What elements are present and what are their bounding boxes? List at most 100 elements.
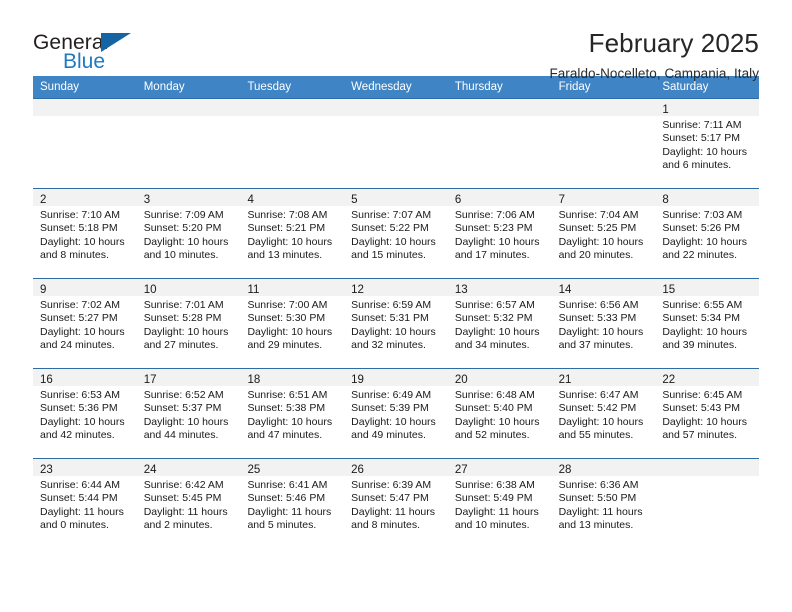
day-cell[interactable]: 15 Sunrise: 6:55 AM Sunset: 5:34 PM Dayl…: [655, 279, 760, 368]
sunset-text: Sunset: 5:39 PM: [351, 402, 429, 415]
day-number-band: [33, 99, 137, 116]
sunset-text: Sunset: 5:43 PM: [662, 402, 740, 415]
daylight-text-line2: and 0 minutes.: [40, 519, 109, 532]
day-number: 7: [558, 194, 565, 206]
sunrise-text: Sunrise: 6:44 AM: [40, 479, 120, 491]
day-cell[interactable]: 21 Sunrise: 6:47 AM Sunset: 5:42 PM Dayl…: [551, 369, 656, 458]
day-number-band: [447, 99, 552, 116]
day-details: Sunrise: 6:36 AM Sunset: 5:50 PM Dayligh…: [552, 476, 656, 533]
day-cell[interactable]: 18 Sunrise: 6:51 AM Sunset: 5:38 PM Dayl…: [240, 369, 345, 458]
daylight-text-line2: and 6 minutes.: [662, 159, 732, 172]
sunrise-text: Sunrise: 7:07 AM: [351, 209, 432, 221]
day-cell[interactable]: [655, 459, 760, 548]
day-number-band: [344, 99, 448, 116]
daylight-text-line2: and 39 minutes.: [662, 339, 738, 352]
daylight-text-line1: Daylight: 10 hours: [662, 145, 747, 158]
week-row: 23 Sunrise: 6:44 AM Sunset: 5:44 PM Dayl…: [33, 458, 760, 548]
weekday-header-wednesday: Wednesday: [351, 81, 412, 93]
daylight-text-line1: Daylight: 10 hours: [662, 235, 747, 248]
day-details: [33, 116, 137, 119]
sunrise-text: Sunrise: 7:02 AM: [40, 299, 120, 311]
day-number-band: 25: [240, 459, 345, 476]
day-cell[interactable]: [136, 99, 241, 188]
day-details: Sunrise: 6:53 AM Sunset: 5:36 PM Dayligh…: [33, 386, 137, 443]
day-cell[interactable]: 13 Sunrise: 6:57 AM Sunset: 5:32 PM Dayl…: [447, 279, 552, 368]
day-details: [344, 116, 448, 119]
day-cell[interactable]: 7 Sunrise: 7:04 AM Sunset: 5:25 PM Dayli…: [551, 189, 656, 278]
day-cell[interactable]: 4 Sunrise: 7:08 AM Sunset: 5:21 PM Dayli…: [240, 189, 345, 278]
day-cell[interactable]: 9 Sunrise: 7:02 AM Sunset: 5:27 PM Dayli…: [33, 279, 137, 368]
day-cell[interactable]: [551, 99, 656, 188]
day-cell[interactable]: 26 Sunrise: 6:39 AM Sunset: 5:47 PM Dayl…: [344, 459, 448, 548]
day-cell[interactable]: 6 Sunrise: 7:06 AM Sunset: 5:23 PM Dayli…: [447, 189, 552, 278]
day-cell[interactable]: 27 Sunrise: 6:38 AM Sunset: 5:49 PM Dayl…: [447, 459, 552, 548]
sunset-text: Sunset: 5:20 PM: [143, 222, 222, 235]
daylight-text-line2: and 8 minutes.: [351, 519, 421, 532]
day-number-band: [240, 99, 345, 116]
day-details: Sunrise: 7:03 AM Sunset: 5:26 PM Dayligh…: [655, 206, 759, 263]
weekday-header-row: Sunday Monday Tuesday Wednesday Thursday…: [33, 76, 759, 98]
day-details: Sunrise: 6:55 AM Sunset: 5:34 PM Dayligh…: [655, 296, 759, 353]
day-number: 25: [247, 464, 261, 476]
day-number-band: 11: [240, 279, 345, 296]
day-cell[interactable]: 8 Sunrise: 7:03 AM Sunset: 5:26 PM Dayli…: [655, 189, 760, 278]
day-cell[interactable]: 10 Sunrise: 7:01 AM Sunset: 5:28 PM Dayl…: [136, 279, 241, 368]
day-cell[interactable]: [447, 99, 552, 188]
day-number-band: 13: [447, 279, 552, 296]
day-number-band: 22: [655, 369, 760, 386]
day-cell[interactable]: 19 Sunrise: 6:49 AM Sunset: 5:39 PM Dayl…: [344, 369, 448, 458]
day-details: [448, 116, 552, 119]
daylight-text-line1: Daylight: 10 hours: [662, 325, 747, 338]
day-number: 10: [143, 284, 157, 296]
day-cell[interactable]: 3 Sunrise: 7:09 AM Sunset: 5:20 PM Dayli…: [136, 189, 241, 278]
daylight-text-line1: Daylight: 11 hours: [247, 505, 332, 518]
day-number: 24: [143, 464, 157, 476]
day-cell[interactable]: 23 Sunrise: 6:44 AM Sunset: 5:44 PM Dayl…: [33, 459, 137, 548]
day-cell[interactable]: 24 Sunrise: 6:42 AM Sunset: 5:45 PM Dayl…: [136, 459, 241, 548]
day-cell[interactable]: [33, 99, 137, 188]
day-number-band: 12: [344, 279, 448, 296]
day-cell[interactable]: 11 Sunrise: 7:00 AM Sunset: 5:30 PM Dayl…: [240, 279, 345, 368]
daylight-text-line2: and 22 minutes.: [662, 249, 738, 262]
day-cell[interactable]: [240, 99, 345, 188]
day-details: Sunrise: 6:47 AM Sunset: 5:42 PM Dayligh…: [552, 386, 656, 443]
day-number-band: 1: [655, 99, 760, 116]
day-details: Sunrise: 6:56 AM Sunset: 5:33 PM Dayligh…: [552, 296, 656, 353]
daylight-text-line2: and 37 minutes.: [558, 339, 634, 352]
day-number-band: 26: [344, 459, 448, 476]
day-cell[interactable]: 25 Sunrise: 6:41 AM Sunset: 5:46 PM Dayl…: [240, 459, 345, 548]
day-number: 22: [662, 374, 676, 386]
sunrise-text: Sunrise: 6:56 AM: [558, 299, 639, 311]
sunrise-text: Sunrise: 7:04 AM: [558, 209, 639, 221]
day-cell[interactable]: 2 Sunrise: 7:10 AM Sunset: 5:18 PM Dayli…: [33, 189, 137, 278]
general-blue-logo[interactable]: General Blue: [33, 30, 143, 76]
daylight-text-line2: and 27 minutes.: [143, 339, 219, 352]
day-number-band: [655, 459, 760, 476]
day-number: 14: [558, 284, 572, 296]
daylight-text-line1: Daylight: 10 hours: [454, 415, 540, 428]
sunrise-text: Sunrise: 6:42 AM: [143, 479, 224, 491]
day-details: [552, 116, 656, 119]
sunset-text: Sunset: 5:37 PM: [143, 402, 222, 415]
day-cell[interactable]: 22 Sunrise: 6:45 AM Sunset: 5:43 PM Dayl…: [655, 369, 760, 458]
day-cell[interactable]: 20 Sunrise: 6:48 AM Sunset: 5:40 PM Dayl…: [447, 369, 552, 458]
daylight-text-line2: and 20 minutes.: [558, 249, 634, 262]
weekday-header-saturday: Saturday: [662, 81, 709, 93]
day-cell[interactable]: 12 Sunrise: 6:59 AM Sunset: 5:31 PM Dayl…: [344, 279, 448, 368]
day-cell[interactable]: 17 Sunrise: 6:52 AM Sunset: 5:37 PM Dayl…: [136, 369, 241, 458]
day-number-band: 4: [240, 189, 345, 206]
day-details: Sunrise: 6:39 AM Sunset: 5:47 PM Dayligh…: [344, 476, 448, 533]
day-cell[interactable]: 1 Sunrise: 7:11 AM Sunset: 5:17 PM Dayli…: [655, 99, 760, 188]
sunrise-text: Sunrise: 7:01 AM: [143, 299, 224, 311]
day-details: [240, 116, 344, 119]
day-cell[interactable]: 28 Sunrise: 6:36 AM Sunset: 5:50 PM Dayl…: [551, 459, 656, 548]
day-cell[interactable]: 16 Sunrise: 6:53 AM Sunset: 5:36 PM Dayl…: [33, 369, 137, 458]
day-number-band: [136, 99, 241, 116]
daylight-text-line1: Daylight: 10 hours: [143, 415, 229, 428]
daylight-text-line2: and 13 minutes.: [558, 519, 634, 532]
day-cell[interactable]: 5 Sunrise: 7:07 AM Sunset: 5:22 PM Dayli…: [344, 189, 448, 278]
day-cell[interactable]: 14 Sunrise: 6:56 AM Sunset: 5:33 PM Dayl…: [551, 279, 656, 368]
day-cell[interactable]: [344, 99, 448, 188]
logo-triangle-icon: [101, 33, 131, 52]
sunset-text: Sunset: 5:31 PM: [351, 312, 429, 325]
